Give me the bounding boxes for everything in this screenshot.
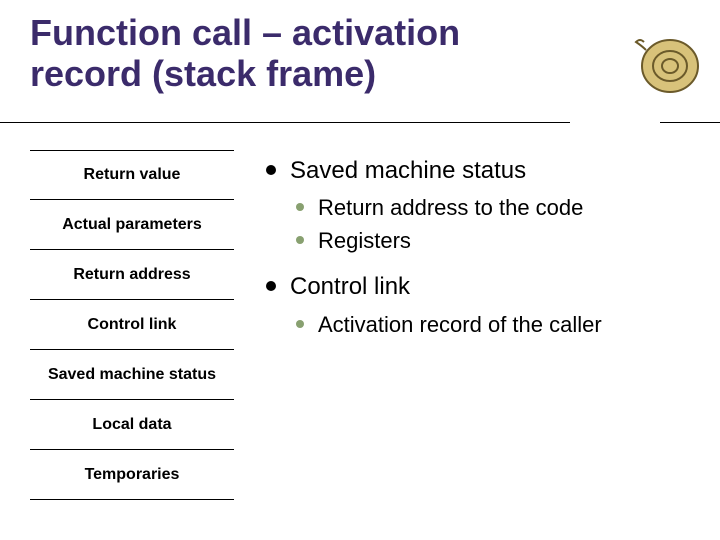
sub-bullet-activation-record: Activation record of the caller [290, 311, 690, 340]
sub-bullet-list: Return address to the code Registers [290, 194, 690, 255]
slide-title: Function call – activation record (stack… [30, 12, 560, 95]
bullet-control-link: Control link Activation record of the ca… [260, 271, 690, 339]
stack-cell-return-value: Return value [30, 150, 234, 200]
title-underline-left [0, 122, 570, 123]
stack-cell-return-address: Return address [30, 250, 234, 300]
sub-bullet-list: Activation record of the caller [290, 311, 690, 340]
sub-bullet-registers: Registers [290, 227, 690, 256]
bullet-list: Saved machine status Return address to t… [260, 155, 690, 339]
sub-bullet-return-address: Return address to the code [290, 194, 690, 223]
slide: Function call – activation record (stack… [0, 0, 720, 540]
stack-cell-actual-parameters: Actual parameters [30, 200, 234, 250]
bullet-saved-machine-status: Saved machine status Return address to t… [260, 155, 690, 255]
content-area: Saved machine status Return address to t… [260, 155, 690, 355]
stack-cell-saved-machine-status: Saved machine status [30, 350, 234, 400]
stack-cell-control-link: Control link [30, 300, 234, 350]
stack-cell-temporaries: Temporaries [30, 450, 234, 500]
stack-frame-diagram: Return value Actual parameters Return ad… [30, 150, 234, 500]
bullet-text: Control link [290, 273, 410, 300]
shell-icon [632, 28, 702, 98]
bullet-text: Saved machine status [290, 157, 526, 184]
stack-cell-local-data: Local data [30, 400, 234, 450]
title-underline-right [660, 122, 720, 123]
